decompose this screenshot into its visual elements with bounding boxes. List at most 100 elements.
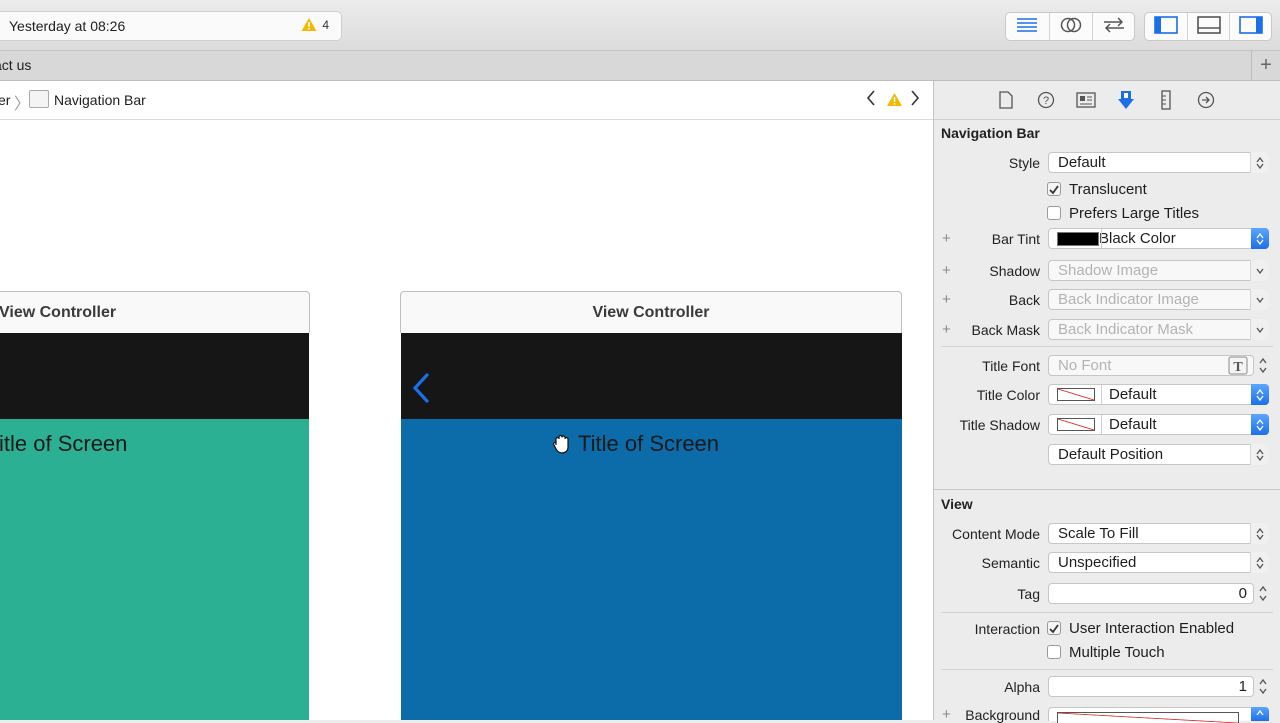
user-interaction-checkbox[interactable]	[1047, 621, 1061, 635]
assistant-editor-button[interactable]	[1049, 13, 1092, 40]
right-scene-navigation-bar[interactable]	[401, 333, 902, 419]
breadcrumb-parent[interactable]: er	[0, 92, 10, 108]
combo-chevron-icon	[1250, 289, 1269, 310]
right-scene-content-view[interactable]: Title of Screen	[401, 419, 902, 720]
font-picker-icon[interactable]: T	[1228, 356, 1248, 378]
popup-arrows-icon	[1251, 228, 1269, 249]
inspector-tab-bar: ?	[934, 81, 1280, 120]
breadcrumb-separator-icon: 〉	[14, 96, 31, 113]
quick-help-icon[interactable]: ?	[1034, 89, 1058, 111]
hand-cursor-icon	[551, 433, 573, 458]
checkmark-icon	[1049, 185, 1059, 195]
combo-chevron-icon	[1250, 319, 1269, 340]
popup-arrows-icon	[1250, 444, 1269, 465]
title-font-field[interactable]: No Font	[1048, 355, 1254, 376]
background-label: Background	[965, 707, 1040, 723]
view-section-header: View	[941, 496, 973, 512]
issue-warning-icon[interactable]	[886, 92, 903, 110]
style-popup[interactable]: Default	[1048, 152, 1269, 173]
right-panel-icon	[1239, 16, 1263, 37]
left-scene-content-view[interactable]: itle of Screen	[0, 419, 309, 720]
bar-tint-popup[interactable]: Black Color	[1048, 228, 1269, 249]
popup-arrows-icon	[1251, 707, 1269, 721]
title-shadow-swatch	[1057, 418, 1095, 431]
activity-viewer[interactable]: Yesterday at 08:26 4	[0, 11, 342, 41]
multiple-touch-checkbox[interactable]	[1047, 645, 1061, 659]
back-chevron-icon[interactable]	[411, 373, 431, 406]
bottom-panel-icon	[1197, 16, 1221, 37]
back-mask-combo[interactable]: Back Indicator Mask	[1048, 319, 1269, 340]
add-tab-button[interactable]: +	[1251, 51, 1280, 80]
background-color-popup[interactable]	[1048, 707, 1269, 723]
back-indicator-combo[interactable]: Back Indicator Image	[1048, 289, 1269, 310]
tag-value: 0	[1238, 585, 1247, 602]
title-position-popup[interactable]: Default Position	[1048, 444, 1269, 465]
popup-arrows-icon	[1251, 414, 1269, 435]
overlapping-circles-icon	[1060, 16, 1082, 37]
toggle-navigator-button[interactable]	[1145, 13, 1187, 40]
tag-field[interactable]: 0	[1048, 583, 1254, 604]
activity-status-text: Yesterday at 08:26	[9, 18, 126, 34]
left-panel-icon	[1154, 16, 1178, 37]
title-shadow-popup[interactable]: Default	[1048, 414, 1269, 435]
shadow-label: Shadow	[989, 263, 1040, 279]
left-scene-title: View Controller	[0, 303, 117, 321]
back-indicator-placeholder: Back Indicator Image	[1058, 291, 1199, 308]
semantic-popup[interactable]: Unspecified	[1048, 552, 1269, 573]
attributes-inspector: ? Navigation Bar Style Default Transluce…	[934, 81, 1280, 723]
file-inspector-icon[interactable]	[994, 89, 1018, 111]
version-editor-button[interactable]	[1092, 13, 1135, 40]
section-divider	[934, 489, 1280, 490]
prefers-large-titles-checkbox[interactable]	[1047, 206, 1061, 220]
section-divider	[941, 669, 1273, 670]
connections-inspector-icon[interactable]	[1194, 89, 1218, 111]
left-screen-title-label[interactable]: itle of Screen	[0, 431, 127, 457]
next-issue-icon[interactable]	[910, 90, 920, 111]
size-inspector-icon[interactable]	[1154, 89, 1178, 111]
breadcrumb-current[interactable]: Navigation Bar	[54, 92, 146, 108]
background-swatch	[1057, 712, 1239, 723]
tag-stepper-icon[interactable]	[1258, 584, 1268, 606]
tag-label: Tag	[1017, 586, 1040, 602]
prefers-large-titles-label: Prefers Large Titles	[1069, 205, 1200, 222]
warning-count: 4	[322, 18, 329, 32]
section-divider	[941, 612, 1273, 613]
popup-arrows-icon	[1251, 384, 1269, 405]
standard-editor-button[interactable]	[1006, 13, 1048, 40]
attributes-inspector-icon[interactable]	[1114, 89, 1138, 111]
semantic-label: Semantic	[981, 555, 1040, 571]
shadow-image-placeholder: Shadow Image	[1058, 262, 1159, 279]
left-scene-navigation-bar[interactable]	[0, 333, 309, 419]
swatch-divider	[1101, 415, 1102, 434]
tab-contact-us[interactable]: act us	[0, 57, 31, 73]
warning-icon[interactable]	[301, 17, 317, 35]
alpha-field[interactable]: 1	[1048, 676, 1254, 697]
style-label: Style	[1008, 155, 1040, 171]
alpha-value: 1	[1238, 678, 1247, 695]
interaction-label: Interaction	[974, 621, 1040, 637]
swap-arrows-icon	[1102, 17, 1126, 36]
storyboard-canvas[interactable]: View Controller itle of Screen View Cont…	[0, 120, 933, 720]
bar-tint-label: Bar Tint	[991, 231, 1040, 247]
toggle-utilities-button[interactable]	[1229, 13, 1272, 40]
back-mask-label: Back Mask	[971, 322, 1040, 338]
right-scene-title-bar[interactable]: View Controller	[400, 291, 902, 333]
title-color-label: Title Color	[976, 387, 1040, 403]
title-font-label: Title Font	[982, 358, 1040, 374]
translucent-checkbox[interactable]	[1047, 182, 1061, 196]
alpha-stepper-icon[interactable]	[1258, 677, 1268, 699]
checkmark-icon	[1049, 624, 1059, 634]
left-scene-title-bar[interactable]: View Controller	[0, 291, 310, 333]
back-label: Back	[1008, 292, 1040, 308]
content-mode-popup[interactable]: Scale To Fill	[1048, 523, 1269, 544]
content-mode-label: Content Mode	[952, 526, 1040, 542]
font-size-stepper-icon[interactable]	[1258, 356, 1268, 378]
identity-inspector-icon[interactable]	[1074, 89, 1098, 111]
title-shadow-label: Title Shadow	[959, 417, 1040, 433]
right-screen-title-label[interactable]: Title of Screen	[578, 431, 719, 457]
previous-issue-icon[interactable]	[866, 90, 876, 111]
title-color-popup[interactable]: Default	[1048, 384, 1269, 405]
shadow-image-combo[interactable]: Shadow Image	[1048, 260, 1269, 281]
toggle-debug-area-button[interactable]	[1187, 13, 1230, 40]
swatch-divider	[1101, 229, 1102, 248]
